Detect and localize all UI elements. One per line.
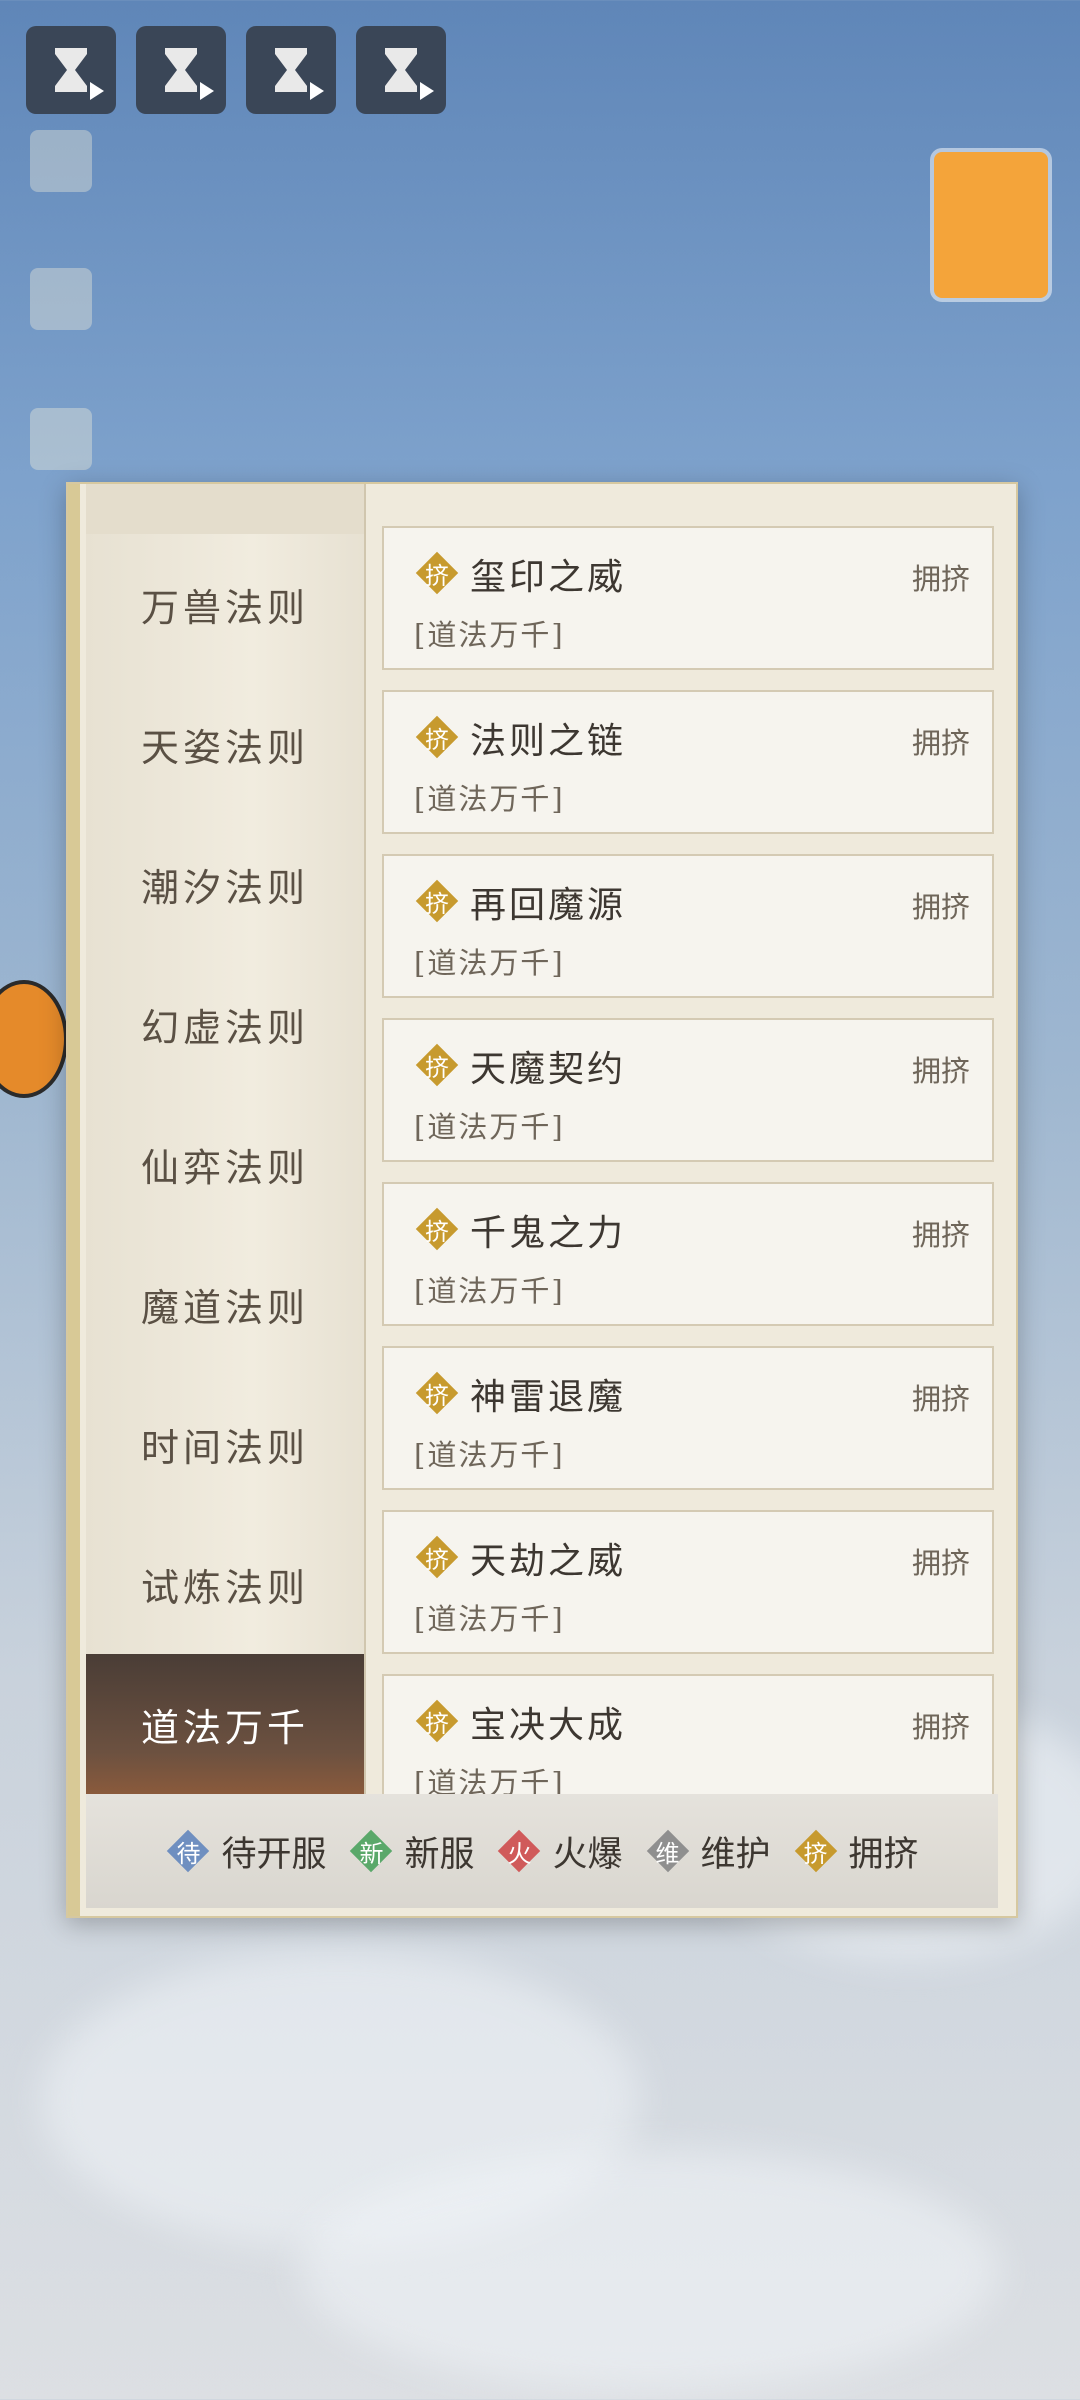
server-group: [道法万千] bbox=[414, 782, 565, 816]
category-list[interactable]: 万兽法则 天姿法则 潮汐法则 幻虚法则 仙弈法则 魔道法则 时间法则 试炼法则 … bbox=[86, 484, 366, 1794]
server-name: 天魔契约 bbox=[470, 1049, 627, 1090]
server-group: [道法万千] bbox=[414, 618, 565, 652]
server-group: [道法万千] bbox=[414, 1274, 565, 1308]
hourglass-icon bbox=[55, 48, 87, 92]
server-status: 拥挤 bbox=[911, 1546, 970, 1580]
legend-maintenance: 维 维护 bbox=[645, 1826, 771, 1877]
top-button-1[interactable] bbox=[26, 26, 116, 114]
server-name: 天劫之威 bbox=[470, 1541, 627, 1582]
home-icon[interactable] bbox=[30, 408, 92, 470]
server-list[interactable]: 挤 玺印之威 拥挤 [道法万千] 挤 法则之链 拥挤 [道法万千] 挤 再回魔源… bbox=[382, 526, 994, 1794]
category-tab-2[interactable]: 潮汐法则 bbox=[86, 814, 364, 955]
category-tab-0[interactable]: 万兽法则 bbox=[86, 534, 364, 675]
server-card-5[interactable]: 挤 神雷退魔 拥挤 [道法万千] bbox=[382, 1346, 994, 1490]
category-tab-4[interactable]: 仙弈法则 bbox=[86, 1094, 364, 1235]
crowded-badge-icon: 挤 bbox=[414, 1042, 460, 1088]
category-tab-8-active[interactable]: 道法万千 bbox=[86, 1654, 364, 1794]
crowded-badge-icon: 挤 bbox=[414, 550, 460, 596]
crowded-badge-icon: 挤 bbox=[414, 1370, 460, 1416]
crowded-badge-icon: 挤 bbox=[414, 714, 460, 760]
category-tab-3[interactable]: 幻虚法则 bbox=[86, 954, 364, 1095]
hourglass-icon bbox=[385, 48, 417, 92]
category-tab-5[interactable]: 魔道法则 bbox=[86, 1234, 364, 1375]
category-tab-7[interactable]: 试炼法则 bbox=[86, 1514, 364, 1655]
server-status: 拥挤 bbox=[911, 562, 970, 596]
legend-new: 新 新服 bbox=[348, 1826, 474, 1877]
server-name: 宝决大成 bbox=[470, 1705, 627, 1746]
server-card-4[interactable]: 挤 千鬼之力 拥挤 [道法万千] bbox=[382, 1182, 994, 1326]
server-card-2[interactable]: 挤 再回魔源 拥挤 [道法万千] bbox=[382, 854, 994, 998]
server-card-3[interactable]: 挤 天魔契约 拥挤 [道法万千] bbox=[382, 1018, 994, 1162]
category-tab-1[interactable]: 天姿法则 bbox=[86, 674, 364, 815]
category-tab-6[interactable]: 时间法则 bbox=[86, 1374, 364, 1515]
legend-crowded: 挤 拥挤 bbox=[793, 1826, 919, 1877]
server-status: 拥挤 bbox=[911, 1382, 970, 1416]
maintenance-badge-icon: 维 bbox=[645, 1828, 691, 1874]
server-card-6[interactable]: 挤 天劫之威 拥挤 [道法万千] bbox=[382, 1510, 994, 1654]
server-name: 神雷退魔 bbox=[470, 1377, 627, 1418]
server-status: 拥挤 bbox=[911, 1710, 970, 1744]
crowded-badge-icon: 挤 bbox=[414, 1206, 460, 1252]
legend-pending: 待 待开服 bbox=[165, 1826, 326, 1877]
hourglass-icon bbox=[165, 48, 197, 92]
play-icon bbox=[90, 82, 104, 100]
server-name: 千鬼之力 bbox=[470, 1213, 627, 1254]
server-name: 再回魔源 bbox=[470, 885, 627, 926]
announcement-icon[interactable] bbox=[30, 268, 92, 330]
server-group: [道法万千] bbox=[414, 1602, 565, 1636]
server-status: 拥挤 bbox=[911, 890, 970, 924]
server-group: [道法万千] bbox=[414, 1438, 565, 1472]
account-icon[interactable] bbox=[30, 130, 92, 192]
crowded-badge-icon: 挤 bbox=[793, 1828, 839, 1874]
play-icon bbox=[200, 82, 214, 100]
panel-binding-edge bbox=[68, 484, 80, 1916]
crowded-badge-icon: 挤 bbox=[414, 878, 460, 924]
hot-badge-icon: 火 bbox=[496, 1828, 542, 1874]
server-card-0[interactable]: 挤 玺印之威 拥挤 [道法万千] bbox=[382, 526, 994, 670]
server-status: 拥挤 bbox=[911, 1054, 970, 1088]
top-button-2[interactable] bbox=[136, 26, 226, 114]
server-group: [道法万千] bbox=[414, 946, 565, 980]
server-group: [道法万千] bbox=[414, 1110, 565, 1144]
crowded-badge-icon: 挤 bbox=[414, 1698, 460, 1744]
server-card-1[interactable]: 挤 法则之链 拥挤 [道法万千] bbox=[382, 690, 994, 834]
top-button-3[interactable] bbox=[246, 26, 336, 114]
status-legend: 待 待开服 新 新服 火 火爆 维 维护 挤 拥挤 bbox=[86, 1794, 998, 1908]
pending-badge-icon: 待 bbox=[165, 1828, 211, 1874]
legend-hot: 火 火爆 bbox=[496, 1826, 623, 1877]
hourglass-icon bbox=[275, 48, 307, 92]
age-rating-badge bbox=[934, 152, 1048, 298]
mascot-icon[interactable] bbox=[0, 980, 68, 1098]
server-status: 拥挤 bbox=[911, 1218, 970, 1252]
server-card-7[interactable]: 挤 宝决大成 拥挤 [道法万千] bbox=[382, 1674, 994, 1794]
crowded-badge-icon: 挤 bbox=[414, 1534, 460, 1580]
play-icon bbox=[420, 82, 434, 100]
server-group: [道法万千] bbox=[414, 1766, 565, 1794]
server-list-panel: 万兽法则 天姿法则 潮汐法则 幻虚法则 仙弈法则 魔道法则 时间法则 试炼法则 … bbox=[66, 482, 1018, 1918]
server-name: 玺印之威 bbox=[470, 557, 627, 598]
new-badge-icon: 新 bbox=[348, 1828, 394, 1874]
top-button-4[interactable] bbox=[356, 26, 446, 114]
server-name: 法则之链 bbox=[470, 721, 627, 762]
server-status: 拥挤 bbox=[911, 726, 970, 760]
play-icon bbox=[310, 82, 324, 100]
